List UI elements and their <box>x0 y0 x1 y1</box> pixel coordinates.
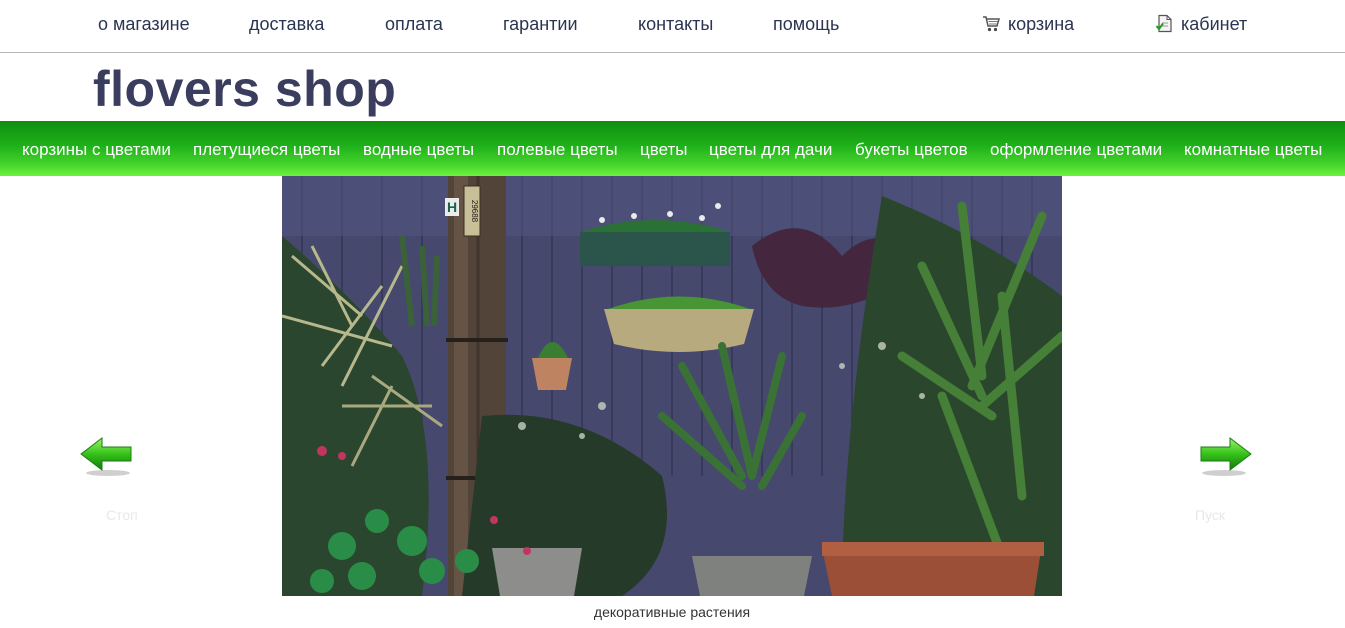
nav-link-about[interactable]: о магазине <box>98 14 190 35</box>
slide-image: 29688 H <box>282 176 1062 596</box>
nav-link-delivery[interactable]: доставка <box>249 14 324 35</box>
top-navigation: о магазине доставка оплата гарантии конт… <box>0 0 1345 53</box>
category-link[interactable]: оформление цветами <box>990 140 1162 160</box>
cart-icon <box>982 14 1001 33</box>
cart-label: корзина <box>1008 14 1075 34</box>
category-link[interactable]: комнатные цветы <box>1184 140 1322 160</box>
category-link[interactable]: цветы <box>640 140 687 160</box>
category-link[interactable]: корзины с цветами <box>22 140 171 160</box>
nav-link-contacts[interactable]: контакты <box>638 14 713 35</box>
category-link[interactable]: цветы для дачи <box>709 140 832 160</box>
category-link[interactable]: водные цветы <box>363 140 474 160</box>
nav-link-payment[interactable]: оплата <box>385 14 443 35</box>
arrow-right-icon[interactable] <box>1198 434 1254 478</box>
slider-stop-button[interactable]: Стоп <box>106 507 138 523</box>
category-bar: корзины с цветами плетущиеся цветы водны… <box>0 121 1345 176</box>
category-link[interactable]: плетущиеся цветы <box>193 140 340 160</box>
nav-link-help[interactable]: помощь <box>773 14 839 35</box>
document-check-icon <box>1155 14 1174 33</box>
cart-link[interactable]: корзина <box>982 14 1074 35</box>
cabinet-link[interactable]: кабинет <box>1155 14 1247 35</box>
site-logo[interactable]: flovers shop <box>93 60 396 118</box>
category-link[interactable]: букеты цветов <box>855 140 968 160</box>
arrow-left-icon[interactable] <box>78 434 134 478</box>
cabinet-label: кабинет <box>1181 14 1248 34</box>
slider-play-button[interactable]: Пуск <box>1195 507 1225 523</box>
slide-caption: декоративные растения <box>593 604 751 620</box>
nav-link-guarantees[interactable]: гарантии <box>503 14 578 35</box>
category-link[interactable]: полевые цветы <box>497 140 618 160</box>
